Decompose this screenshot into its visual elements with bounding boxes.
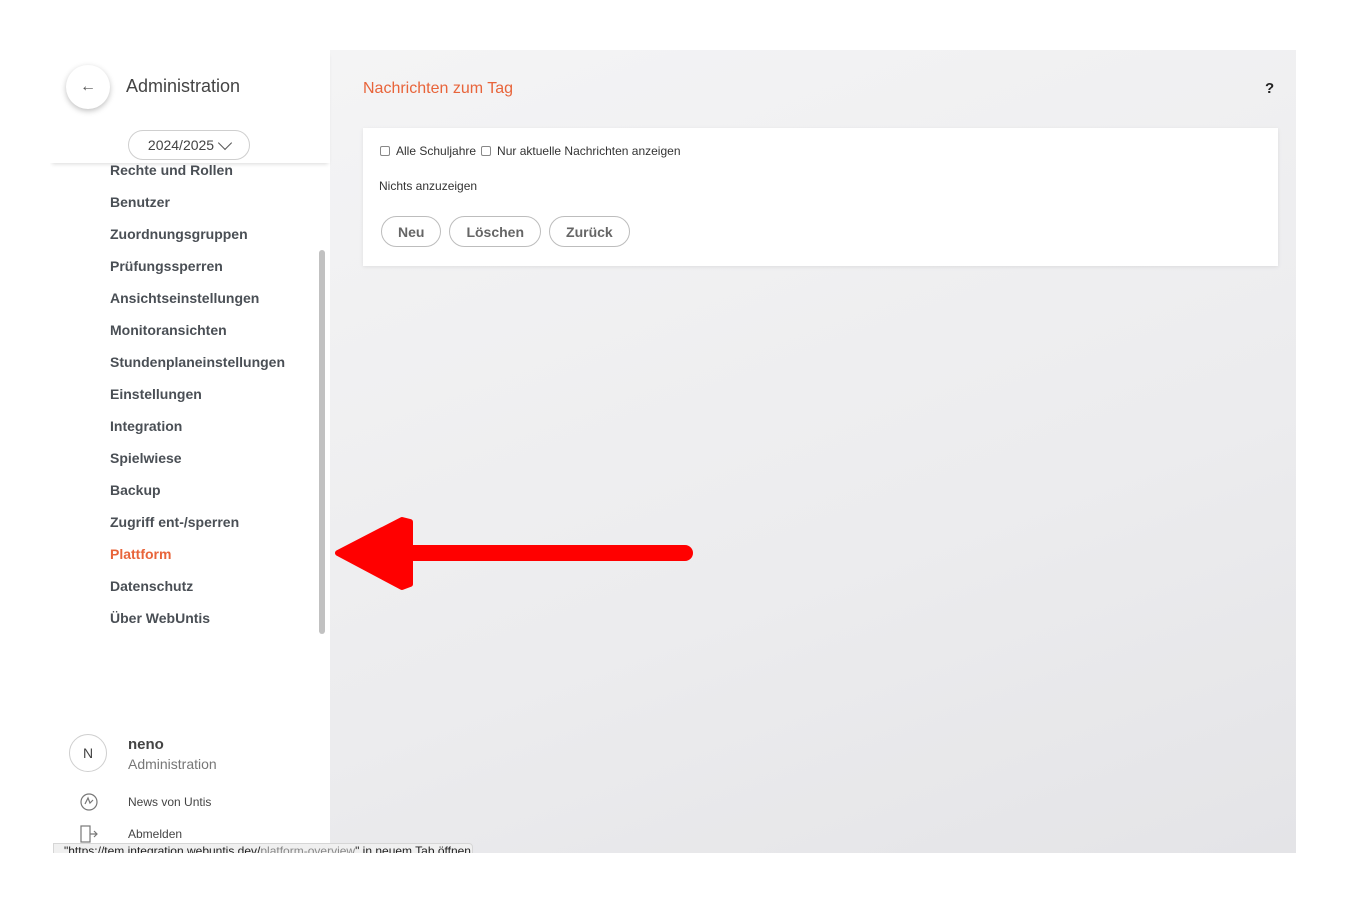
link-status-bar: "https://tem.integration.webuntis.dev/pl… — [53, 843, 473, 853]
status-url-path: platform-overview — [260, 844, 356, 853]
sidebar-header: ← Administration 2024/2025 — [50, 50, 330, 163]
status-url-suffix: " in neuem Tab öffnen — [355, 844, 471, 853]
arrow-left-icon: ← — [80, 78, 96, 95]
back-button[interactable]: ← — [66, 65, 110, 109]
status-url-prefix: "https://tem.integration.webuntis.dev/ — [64, 844, 261, 853]
chevron-down-icon — [218, 135, 233, 150]
sidebar-title: Administration — [126, 76, 241, 96]
school-year-select[interactable]: 2024/2025 — [128, 130, 250, 160]
school-year-value: 2024/2025 — [147, 137, 215, 153]
